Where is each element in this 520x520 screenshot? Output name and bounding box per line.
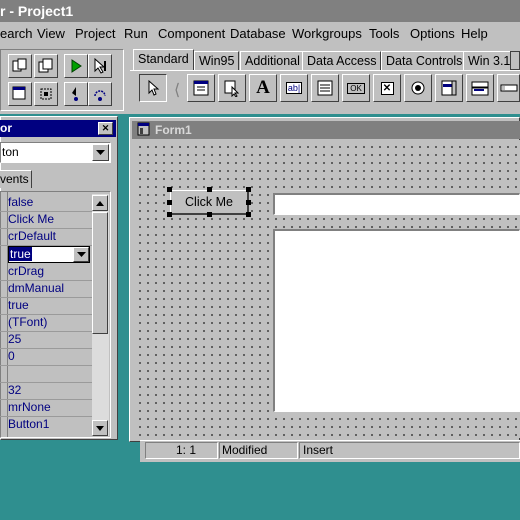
radiobutton-icon[interactable] [404, 74, 432, 102]
close-icon: ✕ [101, 123, 110, 133]
status-mode: Insert [299, 442, 520, 459]
scroll-up-button[interactable] [92, 195, 108, 211]
inspector-title: or [0, 121, 12, 135]
memo-icon[interactable] [311, 74, 339, 102]
menu-search[interactable]: earch [0, 26, 33, 41]
property-value-dropdown-button[interactable] [73, 247, 89, 262]
chevron-up-icon [96, 200, 104, 206]
main-menu-icon[interactable] [187, 74, 215, 102]
save-all-icon[interactable] [34, 54, 58, 78]
checkbox-icon[interactable]: ✕ [373, 74, 401, 102]
popup-menu-icon[interactable] [218, 74, 246, 102]
property-value[interactable]: Click Me [8, 211, 88, 228]
ide-title: r - Project1 [0, 3, 74, 19]
open-project-icon[interactable] [8, 54, 32, 78]
tab-win31[interactable]: Win 3.1 [463, 51, 516, 70]
menu-help[interactable]: Help [461, 26, 488, 41]
tab-standard[interactable]: Standard [133, 49, 194, 71]
form-memo[interactable] [273, 229, 520, 412]
property-value[interactable]: (TFont) [8, 314, 88, 331]
menu-run[interactable]: Run [124, 26, 148, 41]
selection-handle[interactable] [246, 212, 251, 217]
property-value[interactable]: crDefault [8, 228, 88, 245]
palette-scroll-right-button[interactable] [510, 51, 520, 70]
trace-into-icon[interactable] [64, 82, 88, 106]
menu-database[interactable]: Database [230, 26, 286, 41]
form-edit-box[interactable] [273, 193, 520, 215]
menu-workgroups[interactable]: Workgroups [292, 26, 362, 41]
property-value[interactable]: crDrag [8, 263, 88, 280]
property-values: false Click Me crDefault true crDrag dmM… [0, 194, 92, 436]
menu-component[interactable]: Component [158, 26, 225, 41]
object-selector-dropdown-button[interactable] [92, 144, 109, 161]
ide-titlebar [0, 0, 520, 22]
property-value[interactable]: 32 [8, 382, 88, 399]
tab-data-access[interactable]: Data Access [302, 51, 382, 70]
status-modified: Modified [219, 442, 298, 459]
tab-events[interactable]: vents [0, 170, 32, 188]
status-cursor-position: 1: 1 [145, 442, 218, 459]
menu-tools[interactable]: Tools [369, 26, 399, 41]
label-icon[interactable]: A [249, 74, 277, 102]
chevron-down-icon [96, 149, 105, 155]
tab-win95[interactable]: Win95 [194, 51, 240, 70]
property-value[interactable]: dmManual [8, 280, 88, 297]
chevron-down-icon [76, 251, 86, 257]
menu-options[interactable]: Options [410, 26, 455, 41]
property-value[interactable]: true [8, 297, 88, 314]
palette-divider-icon: ⟨ [174, 82, 181, 99]
selection-handle[interactable] [246, 200, 251, 205]
inspector-close-button[interactable]: ✕ [98, 122, 113, 135]
button-icon[interactable]: OK [342, 74, 370, 102]
pointer-arrow-icon[interactable] [139, 74, 167, 102]
selection-handle[interactable] [167, 187, 172, 192]
property-value[interactable]: 25 [8, 331, 88, 348]
selection-handle[interactable] [207, 187, 212, 192]
chevron-down-icon [96, 425, 104, 431]
scrollbar-icon[interactable] [497, 74, 520, 102]
property-value[interactable]: mrNone [8, 399, 88, 416]
new-form-icon[interactable] [8, 82, 32, 106]
step-over-icon[interactable] [88, 82, 112, 106]
scroll-down-button[interactable] [92, 420, 108, 436]
selection-handle[interactable] [167, 200, 172, 205]
combobox-icon[interactable] [466, 74, 494, 102]
property-value[interactable] [8, 365, 88, 382]
tab-data-controls[interactable]: Data Controls [381, 51, 468, 70]
form-title: Form1 [155, 123, 192, 137]
pause-icon[interactable] [88, 54, 112, 78]
selection-handle[interactable] [167, 212, 172, 217]
property-value[interactable]: 0 [8, 348, 88, 365]
property-value[interactable]: Button1 [8, 416, 88, 433]
menu-view[interactable]: View [37, 26, 65, 41]
selection-handle[interactable] [246, 187, 251, 192]
menu-project[interactable]: Project [75, 26, 115, 41]
scroll-thumb[interactable] [92, 212, 108, 334]
listbox-icon[interactable] [435, 74, 463, 102]
selection-handle[interactable] [207, 212, 212, 217]
run-icon[interactable] [64, 54, 88, 78]
toggle-form-unit-icon[interactable] [34, 82, 58, 106]
property-value[interactable]: false [8, 194, 88, 211]
edit-icon[interactable]: ab| [280, 74, 308, 102]
form-icon [137, 122, 151, 136]
tab-additional[interactable]: Additional [240, 51, 305, 70]
